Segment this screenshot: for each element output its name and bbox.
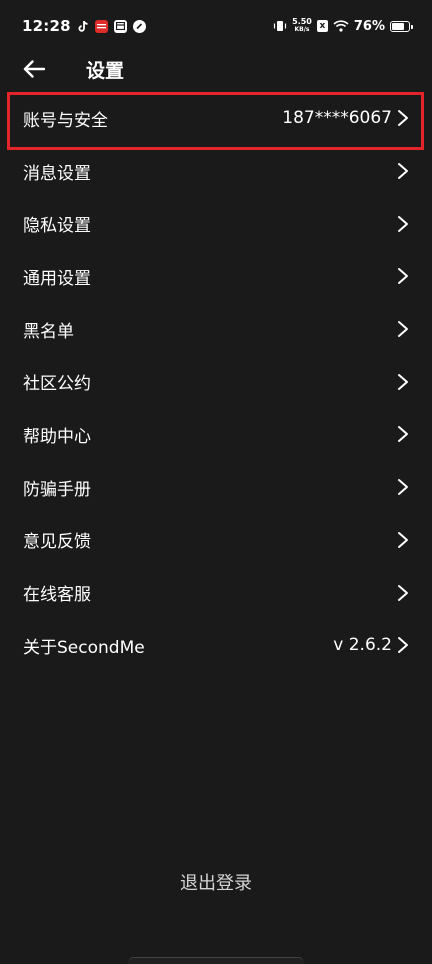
back-button[interactable] bbox=[12, 49, 56, 89]
network-speed: 5.50 KB/s bbox=[292, 18, 312, 34]
chevron-right-icon bbox=[396, 162, 410, 180]
settings-item-label: 通用设置 bbox=[23, 268, 91, 289]
logout-button[interactable]: 退出登录 bbox=[0, 862, 432, 902]
settings-item-label: 关于SecondMe bbox=[23, 637, 145, 658]
chevron-right-icon bbox=[396, 531, 410, 549]
store-app-icon bbox=[113, 19, 127, 33]
vibrate-icon bbox=[273, 20, 287, 32]
settings-item-about[interactable]: 关于SecondMe v 2.6.2 bbox=[0, 619, 432, 672]
status-right: 5.50 KB/s x 76% bbox=[273, 18, 413, 34]
chevron-right-icon bbox=[396, 320, 410, 338]
wifi-icon bbox=[333, 20, 349, 32]
link-app-icon bbox=[132, 19, 146, 33]
settings-item-community-guidelines[interactable]: 社区公约 bbox=[0, 355, 432, 408]
settings-item-label: 社区公约 bbox=[23, 374, 91, 395]
settings-item-general[interactable]: 通用设置 bbox=[0, 250, 432, 303]
chevron-right-icon bbox=[396, 584, 410, 602]
header: 设置 bbox=[0, 48, 432, 90]
settings-item-label: 账号与安全 bbox=[23, 110, 108, 131]
chevron-right-icon bbox=[396, 215, 410, 233]
network-speed-unit: KB/s bbox=[294, 26, 310, 33]
chevron-right-icon bbox=[396, 478, 410, 496]
battery-icon bbox=[390, 20, 413, 32]
battery-fill bbox=[392, 22, 405, 30]
chevron-right-icon bbox=[396, 109, 410, 127]
status-bar: 12:28 5.50 KB/s x 76% bbox=[0, 0, 432, 52]
page-title: 设置 bbox=[86, 59, 125, 82]
settings-item-label: 消息设置 bbox=[23, 163, 91, 184]
settings-item-label: 隐私设置 bbox=[23, 216, 91, 237]
chevron-right-icon bbox=[396, 425, 410, 443]
phone-number: 187****6067 bbox=[282, 108, 392, 129]
settings-item-blacklist[interactable]: 黑名单 bbox=[0, 303, 432, 356]
settings-item-anti-fraud-guide[interactable]: 防骗手册 bbox=[0, 461, 432, 514]
status-time: 12:28 bbox=[22, 17, 71, 35]
settings-item-message[interactable]: 消息设置 bbox=[0, 145, 432, 198]
network-speed-value: 5.50 bbox=[292, 17, 312, 26]
settings-item-label: 在线客服 bbox=[23, 585, 91, 606]
red-app-icon bbox=[94, 19, 108, 33]
tiktok-icon bbox=[77, 20, 89, 33]
status-left: 12:28 bbox=[22, 17, 146, 35]
settings-list: 账号与安全 187****6067 消息设置 隐私设置 通用设置 黑名单 社区公… bbox=[0, 92, 432, 672]
settings-item-customer-service[interactable]: 在线客服 bbox=[0, 566, 432, 619]
settings-item-help-center[interactable]: 帮助中心 bbox=[0, 408, 432, 461]
arrow-left-icon bbox=[23, 60, 45, 78]
chevron-right-icon bbox=[396, 373, 410, 391]
settings-item-account-security[interactable]: 账号与安全 187****6067 bbox=[0, 92, 432, 145]
settings-item-label: 帮助中心 bbox=[23, 426, 91, 447]
battery-percent: 76% bbox=[353, 18, 385, 34]
settings-item-label: 意见反馈 bbox=[23, 532, 91, 553]
app-version: v 2.6.2 bbox=[333, 635, 392, 656]
settings-item-label: 防骗手册 bbox=[23, 479, 91, 500]
settings-item-feedback[interactable]: 意见反馈 bbox=[0, 514, 432, 567]
chevron-right-icon bbox=[396, 267, 410, 285]
settings-item-label: 黑名单 bbox=[23, 321, 74, 342]
chevron-right-icon bbox=[396, 636, 410, 654]
x-badge-icon: x bbox=[316, 20, 328, 32]
home-indicator bbox=[128, 957, 304, 964]
settings-item-privacy[interactable]: 隐私设置 bbox=[0, 197, 432, 250]
